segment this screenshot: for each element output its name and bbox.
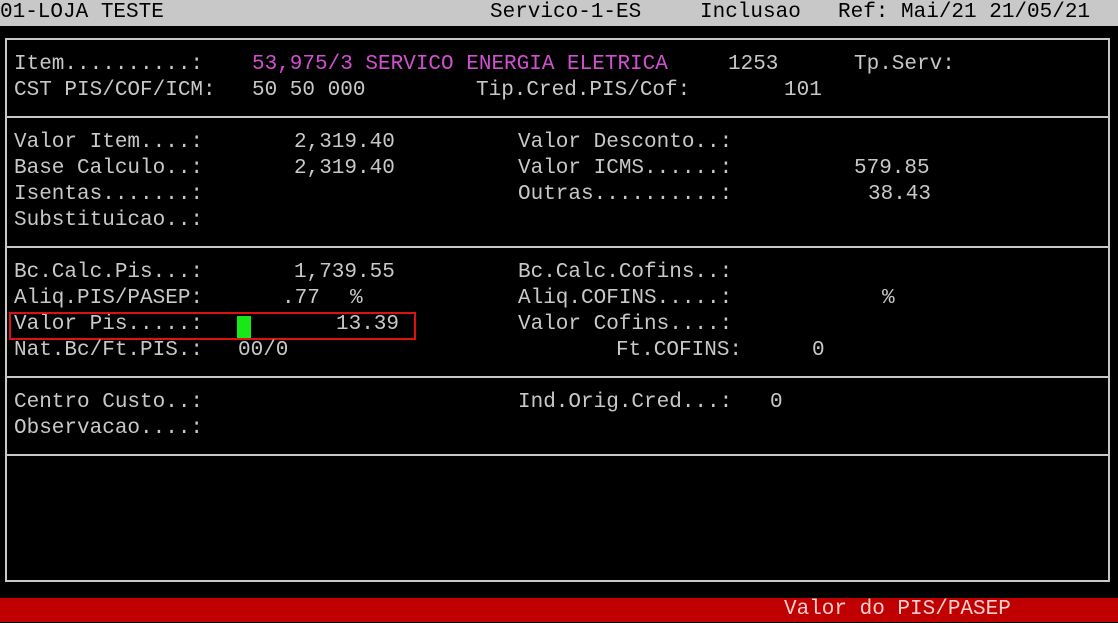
company-name: 01-LOJA TESTE xyxy=(0,1,164,24)
ft-cofins-field[interactable]: 0 xyxy=(812,338,825,364)
substituicao-label: Substituicao..: xyxy=(14,209,204,232)
outras-label: Outras..........: xyxy=(518,183,733,206)
base-calculo-label: Base Calculo..: xyxy=(14,157,204,180)
tip-cred-value[interactable]: 101 xyxy=(784,78,822,104)
mode-indicator: Inclusao xyxy=(700,1,801,24)
item-description[interactable]: 53,975/3 SERVICO ENERGIA ELETRICA xyxy=(252,52,668,78)
base-calculo-field[interactable]: 2,319.40 xyxy=(294,156,395,182)
valor-icms-field[interactable]: 579.85 xyxy=(854,156,930,182)
centro-custo-label: Centro Custo..: xyxy=(14,391,204,414)
cst-label: CST PIS/COF/ICM: xyxy=(14,79,216,102)
isentas-label: Isentas.......: xyxy=(14,183,204,206)
ind-orig-cred-label: Ind.Orig.Cred...: xyxy=(518,391,733,414)
tp-serv-label: Tp.Serv: xyxy=(854,53,955,76)
aliq-cofins-percent: % xyxy=(882,287,895,310)
reference-date: Ref: Mai/21 21/05/21 xyxy=(838,1,1091,24)
valor-item-field[interactable]: 2,319.40 xyxy=(294,130,395,156)
bc-calc-pis-field[interactable]: 1,739.55 xyxy=(294,260,395,286)
observacao-label: Observacao....: xyxy=(14,417,204,440)
outras-field[interactable]: 38.43 xyxy=(868,182,931,208)
aliq-pis-field[interactable]: .77 xyxy=(282,286,320,312)
valor-cofins-label: Valor Cofins....: xyxy=(518,313,733,336)
cst-value[interactable]: 50 50 000 xyxy=(252,78,365,104)
status-bar: Valor do PIS/PASEP xyxy=(0,598,1118,622)
item-label: Item..........: xyxy=(14,53,204,76)
module-name: Servico-1-ES xyxy=(490,1,642,24)
item-number: 1253 xyxy=(728,53,779,76)
tip-cred-label: Tip.Cred.PIS/Cof: xyxy=(476,79,691,102)
valor-desconto-label: Valor Desconto..: xyxy=(518,131,733,154)
aliq-pis-label: Aliq.PIS/PASEP: xyxy=(14,287,204,310)
ind-orig-cred-field[interactable]: 0 xyxy=(770,390,783,416)
valor-icms-label: Valor ICMS......: xyxy=(518,157,733,180)
title-bar: 01-LOJA TESTE Servico-1-ES Inclusao Ref:… xyxy=(0,0,1118,26)
status-message: Valor do PIS/PASEP xyxy=(784,598,1011,621)
aliq-cofins-label: Aliq.COFINS.....: xyxy=(518,287,733,310)
nat-bc-field[interactable]: 00/0 xyxy=(238,338,288,364)
ft-cofins-label: Ft.COFINS: xyxy=(616,339,743,362)
valor-item-label: Valor Item....: xyxy=(14,131,204,154)
aliq-pis-percent: % xyxy=(350,287,363,310)
valor-pis-focus-box xyxy=(9,312,416,340)
nat-bc-label: Nat.Bc/Ft.PIS.: xyxy=(14,339,204,362)
bc-calc-cofins-label: Bc.Calc.Cofins..: xyxy=(518,261,733,284)
bc-calc-pis-label: Bc.Calc.Pis...: xyxy=(14,261,204,284)
